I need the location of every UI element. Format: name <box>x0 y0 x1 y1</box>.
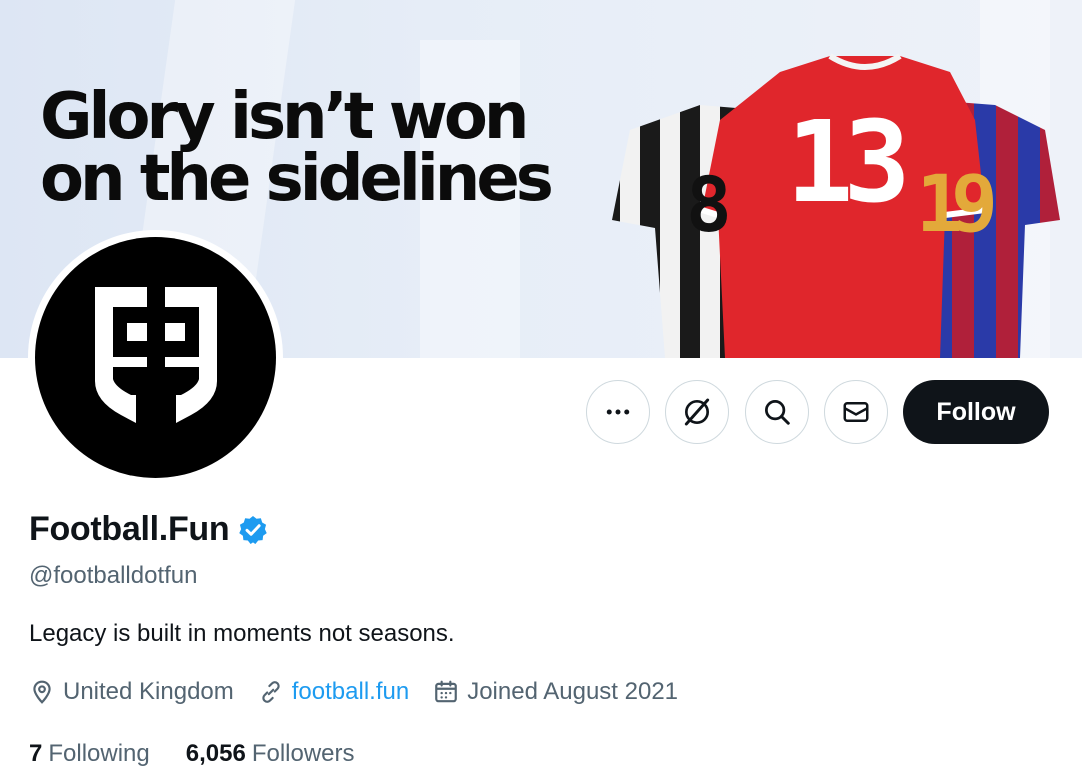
profile-handle: @footballdotfun <box>29 562 198 589</box>
jersey-number-center: 13 <box>786 98 911 228</box>
follow-button[interactable]: Follow <box>903 380 1049 444</box>
grok-button[interactable] <box>665 380 729 444</box>
following-stat[interactable]: 7 Following <box>29 740 150 768</box>
website-link[interactable]: football.fun <box>292 678 409 706</box>
grok-icon <box>684 398 710 426</box>
joined-item: Joined August 2021 <box>433 678 678 706</box>
joined-text: Joined August 2021 <box>467 678 679 705</box>
banner-headline-line1: Glory isn’t won <box>40 80 529 154</box>
message-button[interactable] <box>824 380 888 444</box>
envelope-icon <box>843 402 869 422</box>
profile-stats: 7 Following 6,056 Followers <box>29 740 391 768</box>
followers-stat[interactable]: 6,056 Followers <box>186 740 355 768</box>
more-horizontal-icon <box>606 409 630 415</box>
location-text: United Kingdom <box>63 678 234 705</box>
football-fun-shield-logo-icon <box>94 286 217 423</box>
followers-label: Followers <box>251 740 355 767</box>
link-icon <box>262 681 280 703</box>
profile-name-row: Football.Fun <box>29 510 269 549</box>
website-item: football.fun <box>258 678 409 706</box>
banner-headline: Glory isn’t won on the sidelines <box>40 80 554 216</box>
profile-bio: Legacy is built in moments not seasons. <box>29 620 455 647</box>
verified-badge-icon[interactable] <box>237 514 269 546</box>
banner-headline-line2: on the sidelines <box>40 142 554 216</box>
following-count: 7 <box>29 740 43 767</box>
avatar-image <box>35 237 276 478</box>
profile-avatar[interactable] <box>28 230 283 485</box>
profile-meta: United Kingdom football.fun Joined Augus… <box>29 678 702 706</box>
display-name: Football.Fun <box>29 510 230 548</box>
search-button[interactable] <box>745 380 809 444</box>
location-item: United Kingdom <box>29 678 234 706</box>
jersey-number-right: 19 <box>916 160 998 250</box>
more-button[interactable] <box>586 380 650 444</box>
location-pin-icon <box>33 680 51 704</box>
search-icon <box>765 400 790 425</box>
calendar-icon <box>435 680 458 703</box>
following-label: Following <box>48 740 150 767</box>
followers-count: 6,056 <box>185 740 246 767</box>
jersey-number-left: 8 <box>686 160 732 249</box>
